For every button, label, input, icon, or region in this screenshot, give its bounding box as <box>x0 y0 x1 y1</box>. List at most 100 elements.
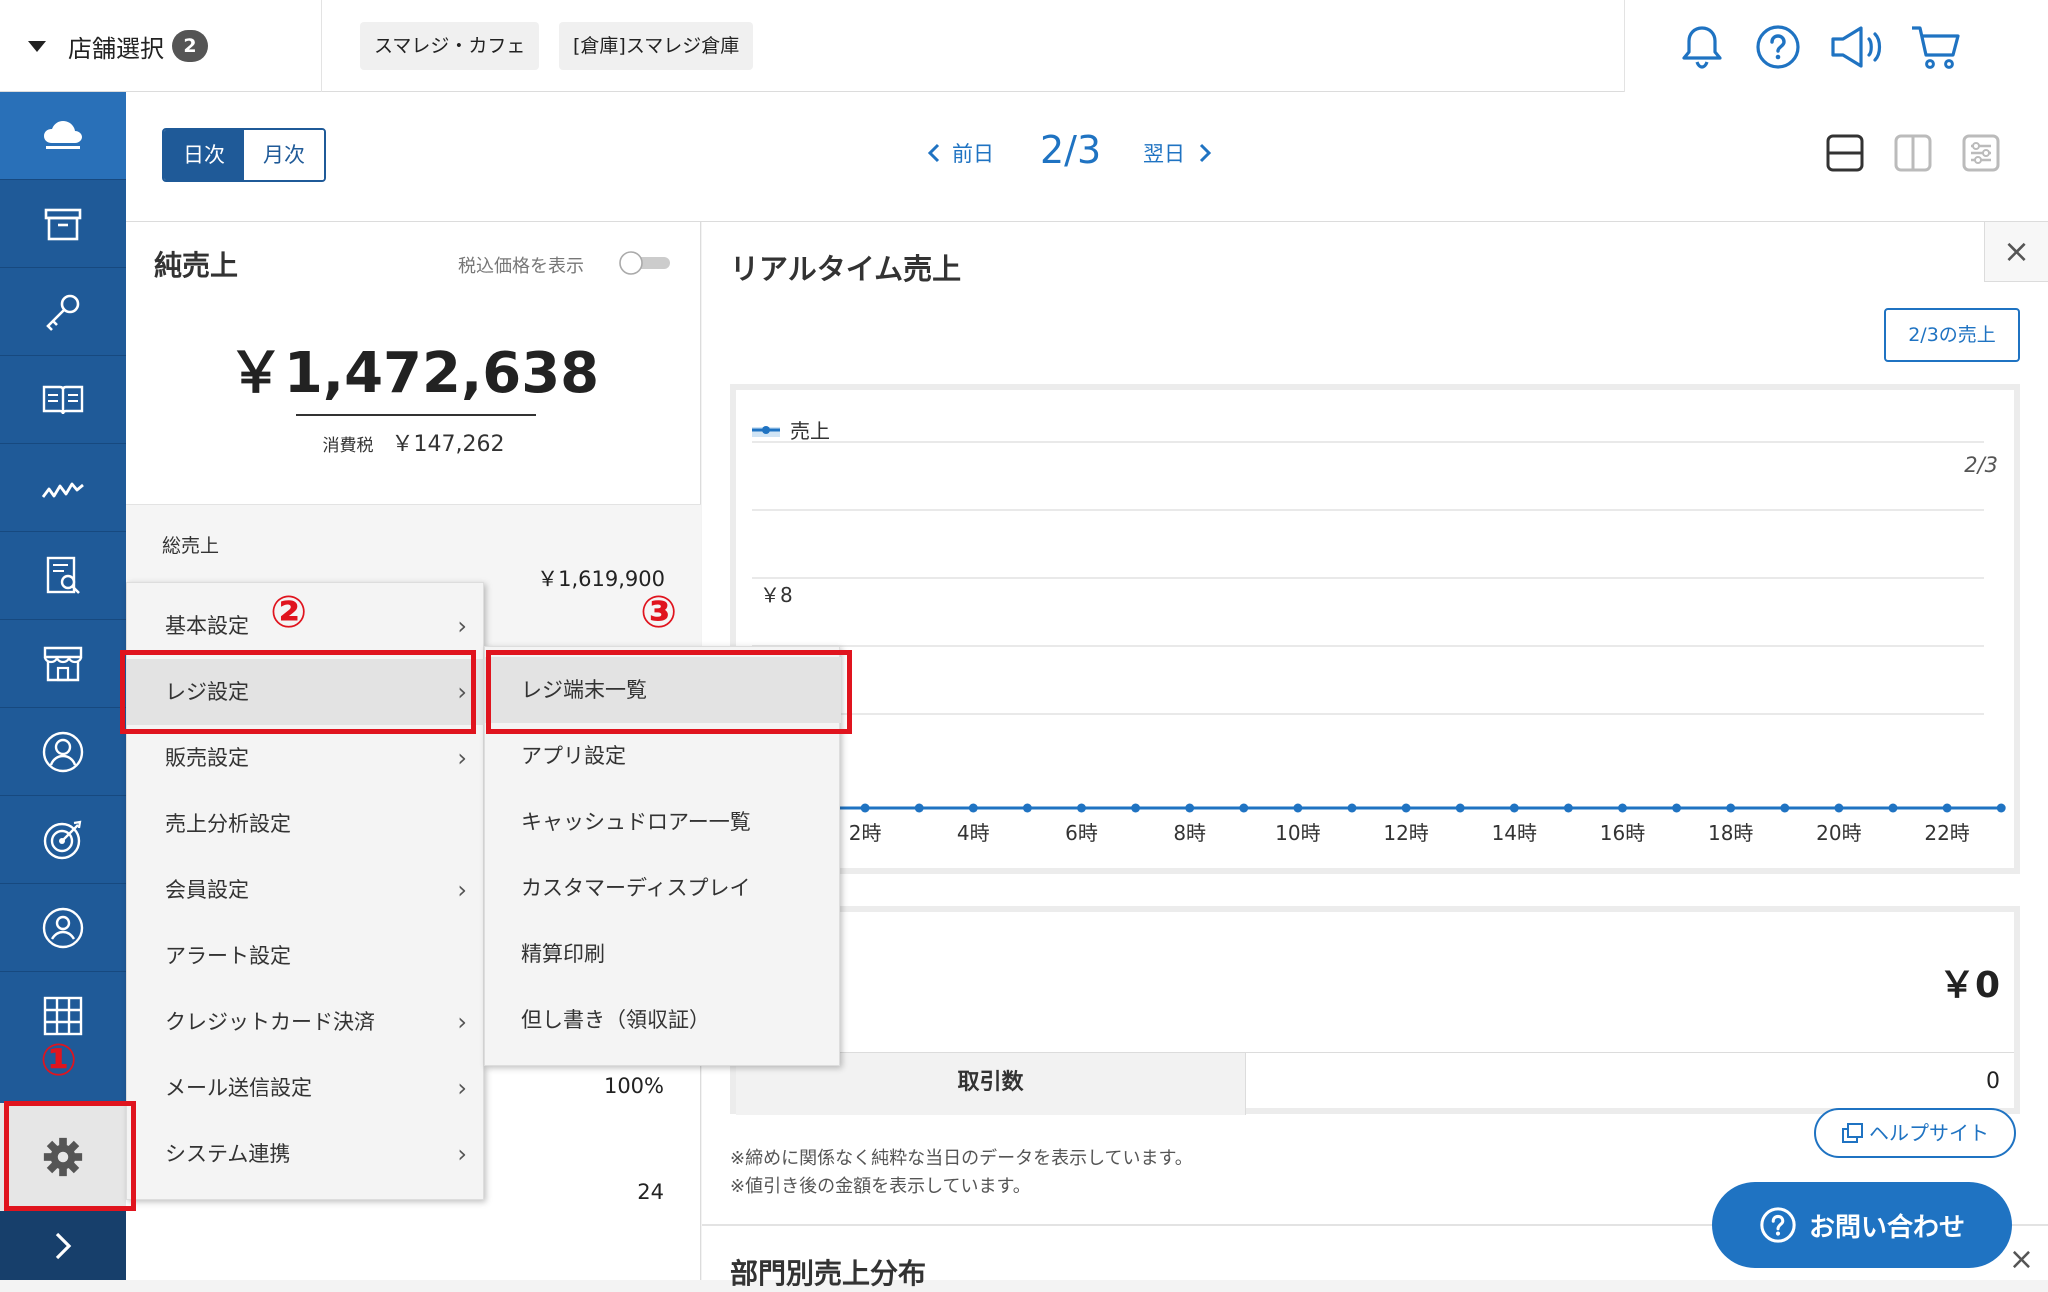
net-sales-title: 純売上 <box>154 249 239 282</box>
store-tag-warehouse[interactable]: [倉庫]スマレジ倉庫 <box>559 22 754 70</box>
sidebar-item-staff[interactable] <box>0 708 126 796</box>
total-sales-amount: ￥0 <box>1938 965 2000 1006</box>
chevron-right-icon <box>55 1232 72 1259</box>
data-point <box>1672 803 1682 813</box>
sidebar-item-products[interactable] <box>0 180 126 268</box>
monthly-tab[interactable]: 月次 <box>244 130 324 180</box>
x-tick-label: 22時 <box>1924 821 1969 845</box>
close-button[interactable]: × <box>1984 222 2048 282</box>
data-point <box>1996 803 2006 813</box>
help-icon[interactable] <box>1753 22 1803 72</box>
sidebar-item-catalog[interactable] <box>0 356 126 444</box>
cart-icon[interactable] <box>1909 22 1960 72</box>
sidebar-expand-button[interactable] <box>0 1211 126 1280</box>
chevron-right-icon: › <box>457 744 467 772</box>
submenu-item-cash-drawers[interactable]: キャッシュドロアー一覧 <box>485 789 841 855</box>
sidebar <box>0 92 126 1280</box>
menu-item-label: アラート設定 <box>165 944 291 968</box>
store-icon <box>43 646 83 681</box>
tax-line: 消費税 ￥147,262 <box>126 426 701 458</box>
chart-line-icon <box>41 482 84 498</box>
chart-svg: 売上 2/3 ￥8￥5 2時4時6時8時10時12時14時16時18時20時22… <box>752 419 2006 845</box>
book-icon <box>42 385 84 414</box>
register-settings-submenu: レジ端末一覧 アプリ設定 キャッシュドロアー一覧 カスタマーディスプレイ 精算印… <box>484 646 841 1066</box>
menu-item-register-settings[interactable]: レジ設定 › <box>127 659 485 725</box>
data-point <box>1347 803 1357 813</box>
customer-icon <box>42 731 84 772</box>
y-tick-label: ￥8 <box>760 583 793 607</box>
submenu-item-settlement-print[interactable]: 精算印刷 <box>485 921 841 987</box>
menu-item-label: システム連携 <box>165 1142 291 1166</box>
sidebar-item-budget[interactable] <box>0 796 126 884</box>
menu-item-alert-settings[interactable]: アラート設定 <box>127 923 485 989</box>
x-tick-label: 20時 <box>1816 821 1861 845</box>
chevron-left-icon <box>927 143 940 163</box>
chevron-right-icon: › <box>457 1140 467 1168</box>
sidebar-item-store[interactable] <box>0 620 126 708</box>
menu-item-label: クレジットカード決済 <box>165 1010 375 1034</box>
menu-item-credit-card[interactable]: クレジットカード決済 › <box>127 989 485 1055</box>
help-icon <box>1760 1207 1796 1243</box>
menu-item-system-integration[interactable]: システム連携 › <box>127 1121 485 1187</box>
department-sales-title: 部門別売上分布 <box>730 1257 927 1290</box>
bell-icon[interactable] <box>1677 22 1727 72</box>
layout-rows-icon[interactable] <box>1826 134 1864 172</box>
prev-day-button[interactable]: 前日 <box>926 138 994 168</box>
menu-item-sales-settings[interactable]: 販売設定 › <box>127 725 485 791</box>
data-point <box>1780 803 1790 813</box>
x-tick-label: 18時 <box>1708 821 1753 845</box>
caret-down-icon <box>28 40 46 52</box>
menu-item-analysis-settings[interactable]: 売上分析設定 <box>127 791 485 857</box>
chevron-right-icon: › <box>457 678 467 706</box>
sidebar-item-stock[interactable] <box>0 268 126 356</box>
tax-toggle-switch[interactable] <box>618 250 672 276</box>
grid-icon <box>43 996 83 1036</box>
external-link-icon <box>1842 1123 1863 1143</box>
sidebar-item-members[interactable] <box>0 884 126 972</box>
store-count-badge: 2 <box>172 30 208 62</box>
submenu-item-receipt-note[interactable]: 但し書き（領収証） <box>485 987 841 1053</box>
data-point <box>1293 803 1303 813</box>
archive-icon <box>44 208 82 240</box>
data-point <box>1239 803 1249 813</box>
next-day-button[interactable]: 翌日 <box>1143 138 1213 168</box>
daily-tab[interactable]: 日次 <box>164 130 244 180</box>
store-select-label: 店舗選択 <box>68 34 164 63</box>
sidebar-item-reports[interactable] <box>0 532 126 620</box>
layout-columns-icon[interactable] <box>1894 134 1932 172</box>
menu-item-member-settings[interactable]: 会員設定 › <box>127 857 485 923</box>
data-point <box>1131 803 1141 813</box>
customize-icon[interactable] <box>1962 134 2000 172</box>
chevron-right-icon: › <box>457 1008 467 1036</box>
sidebar-item-settings[interactable] <box>0 1103 126 1211</box>
transactions-row: 取引数 0 <box>736 1052 2014 1115</box>
next-day-label: 翌日 <box>1143 142 1185 166</box>
step-marker-1: ① <box>40 1035 78 1086</box>
legend-label: 売上 <box>790 419 830 443</box>
date-sales-button[interactable]: 2/3の売上 <box>1884 308 2020 362</box>
megaphone-icon[interactable] <box>1829 22 1882 72</box>
submenu-item-customer-display[interactable]: カスタマーディスプレイ <box>485 855 841 921</box>
menu-item-label: 会員設定 <box>165 878 249 902</box>
data-point <box>1618 803 1627 813</box>
count-value: 24 <box>637 1180 664 1204</box>
menu-item-mail-settings[interactable]: メール送信設定 › <box>127 1055 485 1121</box>
report-search-icon <box>46 556 80 594</box>
submenu-item-app-settings[interactable]: アプリ設定 <box>485 723 841 789</box>
target-icon <box>43 820 82 859</box>
store-tag-cafe[interactable]: スマレジ・カフェ <box>360 22 540 70</box>
help-site-button[interactable]: ヘルプサイト <box>1814 1108 2016 1158</box>
sidebar-item-home[interactable] <box>0 92 126 180</box>
store-select-dropdown[interactable]: 店舗選択 2 <box>0 0 322 92</box>
prev-day-label: 前日 <box>952 142 994 166</box>
contact-button[interactable]: お問い合わせ <box>1712 1182 2012 1268</box>
gross-sales-label: 総売上 <box>162 535 220 557</box>
tax-toggle-label: 税込価格を表示 <box>458 256 584 277</box>
x-tick-label: 4時 <box>957 821 990 845</box>
x-tick-label: 12時 <box>1383 821 1428 845</box>
close-icon[interactable]: × <box>2009 1242 2034 1277</box>
menu-item-label: メール送信設定 <box>165 1076 312 1100</box>
sidebar-item-analysis[interactable] <box>0 444 126 532</box>
submenu-item-register-terminals[interactable]: レジ端末一覧 <box>485 657 841 723</box>
data-point <box>860 803 870 813</box>
